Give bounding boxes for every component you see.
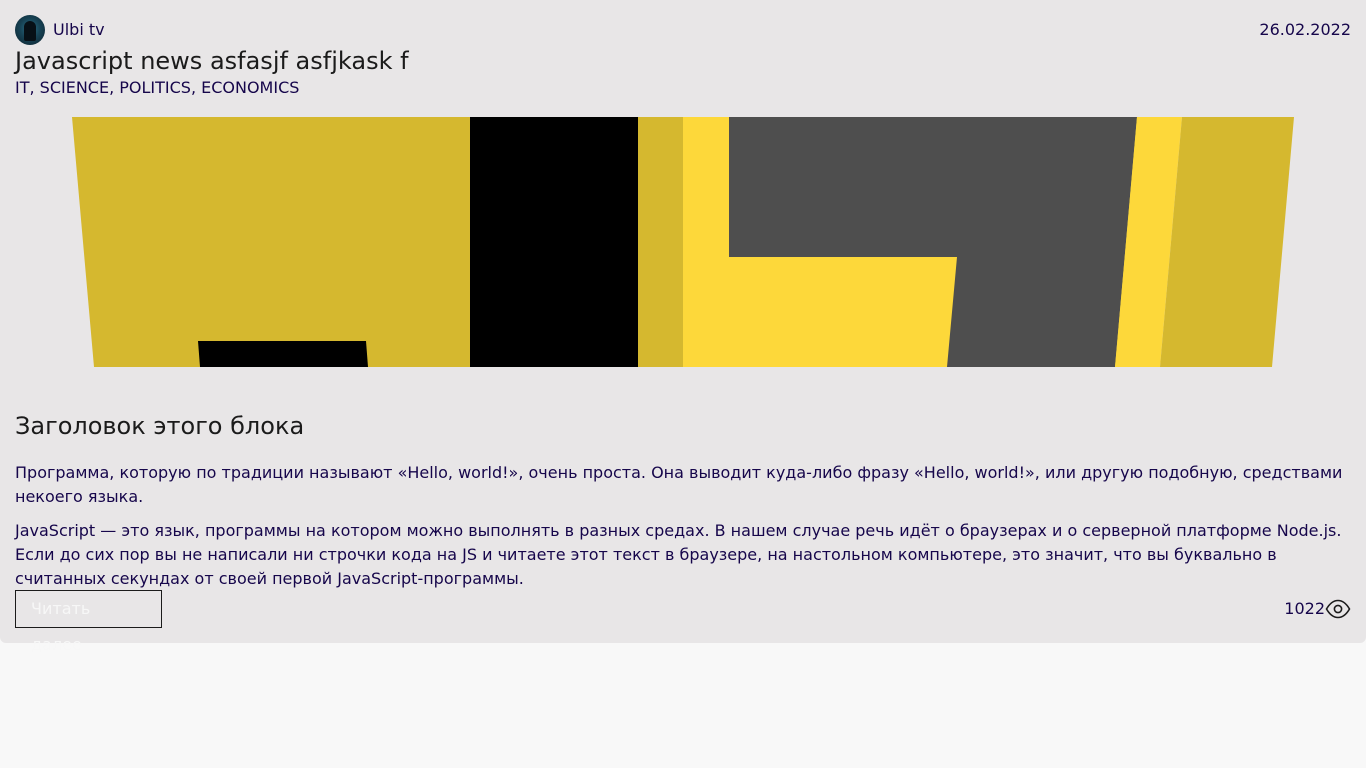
article-paragraph: JavaScript — это язык, программы на кото… <box>15 521 1342 588</box>
article-image <box>72 117 1294 367</box>
js-logo-letter-j-foot <box>198 341 368 367</box>
article-date: 26.02.2022 <box>1259 20 1351 39</box>
article-title: Javascript news asfasjf asfjkask f <box>15 47 409 75</box>
block-title: Заголовок этого блока <box>15 412 305 440</box>
js-logo-middle-strip <box>638 117 683 367</box>
article-tags: IT, SCIENCE, POLITICS, ECONOMICS <box>15 78 300 97</box>
js-logo-letter-j-stem <box>470 117 638 367</box>
author-block[interactable]: Ulbi tv <box>15 15 105 45</box>
eye-icon <box>1325 599 1351 619</box>
views-counter: 1022 <box>1284 590 1351 628</box>
article-card: Ulbi tv 26.02.2022 Javascript news asfas… <box>0 0 1366 654</box>
js-logo-right-panel <box>1160 117 1294 367</box>
js-logo-left-panel <box>72 117 470 367</box>
avatar[interactable] <box>15 15 45 45</box>
views-count: 1022 <box>1284 599 1325 618</box>
author-name[interactable]: Ulbi tv <box>53 15 105 45</box>
read-more-button[interactable]: Читать далее <box>15 590 162 654</box>
article-paragraph: Программа, которую по традиции называют … <box>15 463 1343 506</box>
article-header: Ulbi tv 26.02.2022 <box>15 15 1351 45</box>
